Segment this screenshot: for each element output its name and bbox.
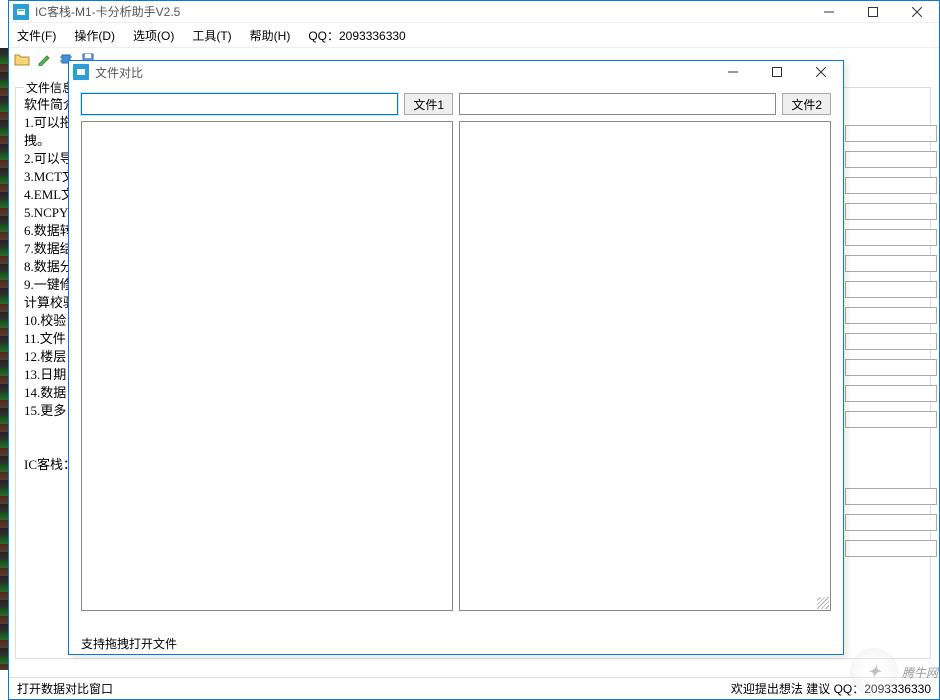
file2-content-panel[interactable] bbox=[459, 121, 831, 611]
main-title: IC客栈-M1-卡分析助手V2.5 bbox=[35, 3, 807, 20]
dialog-close-button[interactable] bbox=[799, 61, 843, 83]
dialog-titlebar: 文件对比 bbox=[69, 61, 843, 83]
menu-qq[interactable]: QQ：2093336330 bbox=[308, 27, 405, 44]
maximize-button[interactable] bbox=[851, 1, 895, 23]
dialog-statusbar: 支持拖拽打开文件 bbox=[69, 632, 843, 654]
menu-help[interactable]: 帮助(H) bbox=[250, 27, 291, 44]
right-fields-column bbox=[845, 125, 937, 557]
file-compare-dialog: 文件对比 文件1 文件2 bbox=[68, 60, 844, 655]
file2-browse-button[interactable]: 文件2 bbox=[782, 93, 831, 115]
main-window-controls bbox=[807, 1, 939, 23]
folder-open-icon[interactable] bbox=[13, 50, 31, 68]
dialog-maximize-button[interactable] bbox=[755, 61, 799, 83]
menu-file[interactable]: 文件(F) bbox=[17, 27, 56, 44]
right-field[interactable] bbox=[845, 488, 937, 505]
compare-area bbox=[69, 121, 843, 611]
menu-tools[interactable]: 工具(T) bbox=[192, 27, 231, 44]
watermark: ✦ 腾牛网 bbox=[850, 648, 938, 696]
menu-options[interactable]: 选项(O) bbox=[133, 27, 174, 44]
dialog-window-controls bbox=[711, 61, 843, 83]
statusbar: 打开数据对比窗口 欢迎提出想法 建议 QQ：2093336330 bbox=[9, 677, 939, 699]
file2-path-input[interactable] bbox=[459, 93, 776, 115]
main-titlebar: IC客栈-M1-卡分析助手V2.5 bbox=[9, 1, 939, 23]
right-field[interactable] bbox=[845, 411, 937, 428]
right-field[interactable] bbox=[845, 359, 937, 376]
file1-path-input[interactable] bbox=[81, 93, 398, 115]
right-field[interactable] bbox=[845, 385, 937, 402]
right-field[interactable] bbox=[845, 177, 937, 194]
dialog-minimize-button[interactable] bbox=[711, 61, 755, 83]
dialog-icon bbox=[73, 64, 89, 80]
file1-content-panel[interactable] bbox=[81, 121, 453, 611]
right-field[interactable] bbox=[845, 540, 937, 557]
dialog-body: 文件1 文件2 支持拖拽打开文件 bbox=[69, 83, 843, 654]
right-field[interactable] bbox=[845, 307, 937, 324]
right-field[interactable] bbox=[845, 514, 937, 531]
right-field[interactable] bbox=[845, 151, 937, 168]
menu-operation[interactable]: 操作(D) bbox=[74, 27, 115, 44]
menubar: 文件(F) 操作(D) 选项(O) 工具(T) 帮助(H) QQ：2093336… bbox=[9, 23, 939, 47]
dialog-title: 文件对比 bbox=[95, 64, 711, 81]
right-field[interactable] bbox=[845, 229, 937, 246]
right-field[interactable] bbox=[845, 281, 937, 298]
right-field[interactable] bbox=[845, 203, 937, 220]
file-selector-row: 文件1 文件2 bbox=[69, 83, 843, 121]
right-field[interactable] bbox=[845, 255, 937, 272]
resize-grip-icon[interactable] bbox=[816, 596, 830, 610]
right-field[interactable] bbox=[845, 333, 937, 350]
close-button[interactable] bbox=[895, 1, 939, 23]
dialog-status-text: 支持拖拽打开文件 bbox=[81, 635, 177, 652]
watermark-text: 腾牛网 bbox=[902, 664, 938, 681]
status-left: 打开数据对比窗口 bbox=[17, 680, 113, 697]
right-field[interactable] bbox=[845, 125, 937, 142]
edit-icon[interactable] bbox=[35, 50, 53, 68]
app-icon bbox=[13, 4, 29, 20]
watermark-logo-icon: ✦ bbox=[850, 648, 898, 696]
minimize-button[interactable] bbox=[807, 1, 851, 23]
file1-browse-button[interactable]: 文件1 bbox=[404, 93, 453, 115]
